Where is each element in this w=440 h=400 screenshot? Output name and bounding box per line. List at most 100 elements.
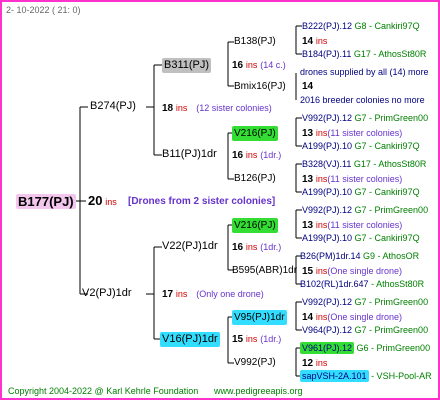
gen3-queen-2[interactable]: Bmix16(PJ) — [234, 80, 286, 93]
ins-num: 12 — [302, 358, 314, 369]
ins-num: 13 — [302, 128, 314, 139]
ins-label: ins — [175, 103, 188, 113]
note: (One single drone) — [327, 312, 402, 322]
gen4-name: sapVSH-2A.101 — [300, 370, 369, 382]
gen4-loc: G9 - AthosOR — [363, 251, 420, 261]
gen3-queen-4[interactable]: B126(PJ) — [234, 172, 276, 185]
gen4-name: V992(PJ).12 — [302, 205, 353, 215]
gen3-inbreeding-5: 13 ins(11 sister colonies) — [302, 219, 402, 232]
copyright-text: Copyright 2004-2022 @ Karl Kehrle Founda… — [8, 386, 199, 396]
gen4-loc: G7 - Cankiri97Q — [354, 233, 420, 243]
gen4-loc: G7 - Cankiri97Q — [354, 141, 420, 151]
site-link[interactable]: www.pedigreeapis.org — [214, 385, 303, 398]
note: (11 sister colonies) — [327, 174, 403, 184]
gen2-queen-3[interactable]: V22(PJ)1dr — [162, 240, 218, 253]
gen4-queen-11[interactable]: V992(PJ).12 G7 - PrimGreen00 — [302, 296, 428, 309]
gen4-queen-3[interactable]: V992(PJ).12 G7 - PrimGreen00 — [302, 112, 428, 125]
gen4-loc: G6 - PrimGreen00 — [356, 343, 431, 353]
gen4-queen-10[interactable]: B102(RL)1dr.647 - AthosSt80R — [300, 278, 424, 291]
ins-label: ins — [315, 312, 328, 322]
gen4-name: V992(PJ).12 — [302, 113, 353, 123]
gen1-queen-1[interactable]: B274(PJ) — [90, 100, 136, 113]
gen4-queen-14[interactable]: sapVSH-2A.101 - VSH-Pool-AR — [300, 370, 432, 383]
root-queen[interactable]: B177(PJ) — [16, 194, 76, 209]
ins-label: ins — [315, 266, 328, 276]
gen4-note-1: drones supplied by all (14) more — [300, 67, 429, 77]
root-name: B177(PJ) — [18, 194, 74, 209]
ins-num: 15 — [302, 266, 314, 277]
gen4-queen-7[interactable]: V992(PJ).12 G7 - PrimGreen00 — [302, 204, 428, 217]
gen3-inbreeding-4: 13 ins(11 sister colonies) — [302, 173, 402, 186]
ins-label: ins — [245, 150, 258, 160]
ins-num: 14 — [302, 36, 314, 47]
root-inbreeding: 20 ins — [88, 194, 117, 209]
gen4-loc: G7 - PrimGreen00 — [354, 113, 429, 123]
root-ins-num: 20 — [88, 193, 103, 208]
gen4-loc: G7 - PrimGreen00 — [354, 205, 429, 215]
gen3-queen-6[interactable]: B595(ABR)1dr — [232, 264, 297, 277]
ins-num: 16 — [232, 60, 244, 71]
gen2-queen-4[interactable]: V16(PJ)1dr — [160, 332, 220, 347]
gen4-name: B222(PJ).12 — [302, 21, 353, 31]
gen1-queen-2[interactable]: V2(PJ)1dr — [82, 287, 132, 300]
ins-num: 14 — [302, 312, 314, 323]
note: (One single drone) — [327, 266, 402, 276]
ins-label: ins — [315, 128, 328, 138]
ins-label: ins — [245, 334, 258, 344]
gen4-name: A199(PJ).10 — [302, 187, 353, 197]
pedigree-chart: 2- 10-2022 ( 21: 0) B177(PJ) 20 ins [Dro… — [0, 0, 440, 400]
note: (1dr.) — [260, 334, 282, 344]
gen4-loc: G17 - AthosSt80R — [353, 159, 427, 169]
ins-num: 18 — [162, 103, 174, 114]
ins-label: ins — [175, 289, 188, 299]
gen3-queen-5[interactable]: V216(PJ) — [232, 218, 278, 233]
ins-num: 13 — [302, 174, 314, 185]
gen3-queen-7[interactable]: V95(PJ)1dr — [232, 310, 287, 325]
print-date: 2- 10-2022 ( 21: 0) — [6, 5, 81, 15]
note: (12 sister colonies) — [196, 103, 272, 113]
gen4-loc: G17 - AthosSt80R — [353, 49, 427, 59]
gen4-queen-6[interactable]: A199(PJ).10 G7 - Cankiri97Q — [302, 186, 420, 199]
gen3-inbreeding-8: 12 ins — [302, 357, 327, 370]
gen3-inbreeding-6: 15 ins(One single drone) — [302, 265, 402, 278]
gen4-queen-12[interactable]: V964(PJ).12 G7 - PrimGreen00 — [302, 324, 428, 337]
ins-label: ins — [245, 60, 258, 70]
ins-label: ins — [315, 36, 328, 46]
gen2-queen-1[interactable]: B311(PJ) — [162, 58, 212, 73]
note: (11 sister colonies) — [327, 220, 403, 230]
ins-num: 16 — [232, 150, 244, 161]
gen3-queen-8[interactable]: V992(PJ) — [234, 356, 276, 369]
gen4-loc: G7 - PrimGreen00 — [354, 325, 429, 335]
root-ins: ins — [105, 197, 117, 207]
note: (1dr.) — [260, 242, 282, 252]
gen3-inbreeding-1: 14 ins — [302, 35, 327, 48]
note: (14 c.) — [260, 60, 286, 70]
gen4-name: V961(PJ).12 — [300, 342, 355, 354]
gen4-note-2: 2016 breeder colonies no more — [300, 95, 425, 105]
gen2-inbreeding-3: 16 ins (1dr.) — [232, 241, 281, 254]
ins-num: 14 — [302, 81, 314, 92]
gen3-queen-3[interactable]: V216(PJ) — [232, 126, 278, 141]
gen3-inbreeding-3: 13 ins(11 sister colonies) — [302, 127, 402, 140]
gen4-queen-5[interactable]: B328(VJ).11 G17 - AthosSt80R — [302, 158, 426, 171]
gen4-queen-8[interactable]: A199(PJ).10 G7 - Cankiri97Q — [302, 232, 420, 245]
gen4-queen-9[interactable]: B26(PM)1dr.14 G9 - AthosOR — [300, 250, 419, 263]
ins-label: ins — [315, 174, 328, 184]
gen4-queen-13[interactable]: V961(PJ).12 G6 - PrimGreen00 — [300, 342, 430, 355]
gen4-queen-1[interactable]: B222(PJ).12 G8 - Cankiri97Q — [302, 20, 420, 33]
gen3-queen-1[interactable]: B138(PJ) — [234, 35, 276, 48]
gen4-queen-4[interactable]: A199(PJ).10 G7 - Cankiri97Q — [302, 140, 420, 153]
ins-num: 16 — [232, 242, 244, 253]
gen4-name: B26(PM)1dr.14 — [300, 251, 361, 261]
gen4-name: A199(PJ).10 — [302, 141, 353, 151]
gen4-name: V992(PJ).12 — [302, 297, 353, 307]
ins-label: ins — [315, 220, 328, 230]
gen2-queen-2[interactable]: B11(PJ)1dr — [162, 148, 217, 161]
gen4-loc: - AthosSt80R — [371, 279, 425, 289]
note: (Only one drone) — [196, 289, 264, 299]
note: (1dr.) — [260, 150, 282, 160]
note: (11 sister colonies) — [327, 128, 403, 138]
gen4-name: B102(RL)1dr.647 — [300, 279, 369, 289]
gen4-queen-2[interactable]: B184(PJ).11 G17 - AthosSt80R — [302, 48, 426, 61]
gen3-inbreeding-7: 14 ins(One single drone) — [302, 311, 402, 324]
